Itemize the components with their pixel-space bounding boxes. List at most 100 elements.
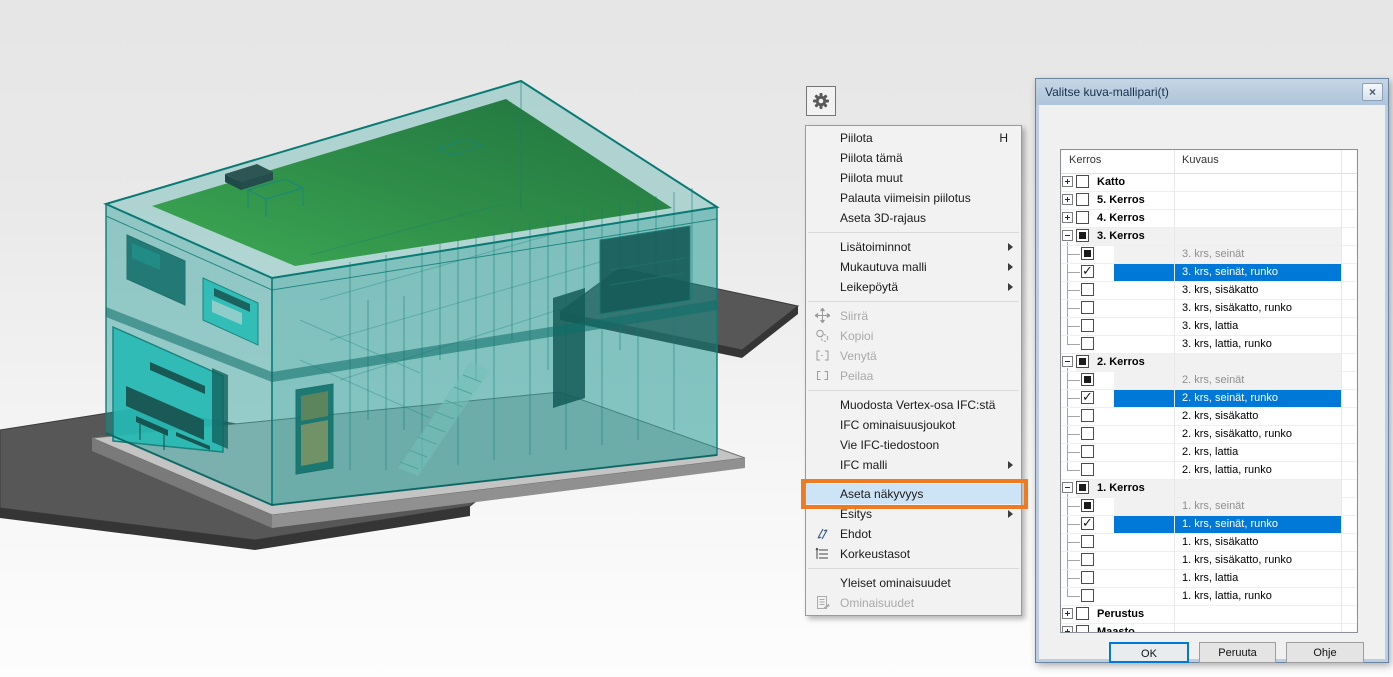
tree-group-row[interactable]: 3. Kerros [1061, 228, 1357, 246]
menu-item-label: Aseta 3D-rajaus [840, 211, 926, 225]
tree-row[interactable]: 2. krs, lattia [1061, 444, 1357, 462]
menu-item-label: Piilota tämä [840, 151, 903, 165]
tree-row[interactable]: 1. krs, seinät [1061, 498, 1357, 516]
tree-row[interactable]: 3. krs, lattia, runko [1061, 336, 1357, 354]
checkbox-unchecked[interactable] [1081, 535, 1094, 548]
checkbox-unchecked[interactable] [1081, 571, 1094, 584]
checkbox-partial[interactable] [1081, 373, 1094, 386]
checkbox-unchecked[interactable] [1076, 625, 1089, 633]
menu-item-ifc-ominaisuusjoukot[interactable]: IFC ominaisuusjoukot [806, 415, 1021, 435]
tree-row[interactable]: 1. krs, lattia, runko [1061, 588, 1357, 606]
row-description: 1. krs, seinät, runko [1182, 518, 1278, 530]
menu-item-piilota-t-m-[interactable]: Piilota tämä [806, 148, 1021, 168]
menu-item-aseta-3d-rajaus[interactable]: Aseta 3D-rajaus [806, 208, 1021, 228]
tree-row[interactable]: ✓ 1. krs, seinät, runko [1061, 516, 1357, 534]
menu-item-leikep-yt-[interactable]: Leikepöytä [806, 277, 1021, 297]
checkbox-checked[interactable]: ✓ [1081, 265, 1094, 278]
menu-item-vie-ifc-tiedostoon[interactable]: Vie IFC-tiedostoon [806, 435, 1021, 455]
tree-group-row[interactable]: 2. Kerros [1061, 354, 1357, 372]
row-description: 1. krs, lattia [1182, 572, 1238, 584]
checkbox-unchecked[interactable] [1081, 553, 1094, 566]
menu-item-ominaisuudet[interactable]: Ominaisuudet [806, 593, 1021, 613]
menu-item-muodosta-vertex-osa-ifc-st-[interactable]: Muodosta Vertex-osa IFC:stä [806, 395, 1021, 415]
checkbox-unchecked[interactable] [1081, 463, 1094, 476]
tree-group-row[interactable]: 4. Kerros [1061, 210, 1357, 228]
row-description: 2. krs, sisäkatto [1182, 410, 1258, 422]
checkbox-checked[interactable]: ✓ [1081, 391, 1094, 404]
checkbox-unchecked[interactable] [1081, 409, 1094, 422]
checkbox-unchecked[interactable] [1081, 589, 1094, 602]
expand-icon[interactable] [1062, 608, 1073, 619]
expand-icon[interactable] [1062, 626, 1073, 633]
tree-group-row[interactable]: Katto [1061, 174, 1357, 192]
close-icon[interactable]: × [1362, 83, 1383, 101]
collapse-icon[interactable] [1062, 230, 1073, 241]
expand-icon[interactable] [1062, 212, 1073, 223]
tree-group-row[interactable]: Perustus [1061, 606, 1357, 624]
menu-separator [808, 479, 1019, 480]
tree-row[interactable]: 3. krs, lattia [1061, 318, 1357, 336]
tree-row[interactable]: 2. krs, seinät [1061, 372, 1357, 390]
tree-row[interactable]: ✓3. krs, seinät, runko [1061, 264, 1357, 282]
tree-group-row[interactable]: 1. Kerros [1061, 480, 1357, 498]
row-description: 1. krs, sisäkatto, runko [1182, 554, 1292, 566]
collapse-icon[interactable] [1062, 356, 1073, 367]
menu-item-ifc-malli[interactable]: IFC malli [806, 455, 1021, 475]
row-description: 1. krs, lattia, runko [1182, 590, 1272, 602]
checkbox-unchecked[interactable] [1081, 283, 1094, 296]
menu-item-kopioi[interactable]: Kopioi [806, 326, 1021, 346]
tree-row[interactable]: 2. krs, lattia, runko [1061, 462, 1357, 480]
checkbox-unchecked[interactable] [1081, 301, 1094, 314]
checkbox-partial[interactable] [1076, 481, 1089, 494]
menu-item-yleiset-ominaisuudet[interactable]: Yleiset ominaisuudet [806, 573, 1021, 593]
menu-item-siirr-[interactable]: Siirrä [806, 306, 1021, 326]
tree-row[interactable]: 1. krs, sisäkatto, runko [1061, 552, 1357, 570]
checkbox-unchecked[interactable] [1076, 607, 1089, 620]
tree-row[interactable]: 3. krs, seinät [1061, 246, 1357, 264]
tree-row[interactable]: 2. krs, sisäkatto [1061, 408, 1357, 426]
tree-row[interactable]: 1. krs, sisäkatto [1061, 534, 1357, 552]
checkbox-partial[interactable] [1076, 355, 1089, 368]
row-description: 1. krs, sisäkatto [1182, 536, 1258, 548]
menu-item-korkeustasot[interactable]: Korkeustasot [806, 544, 1021, 564]
checkbox-unchecked[interactable] [1081, 445, 1094, 458]
menu-item-aseta-n-kyvyys[interactable]: Aseta näkyvyys [806, 484, 1021, 504]
menu-item-peilaa[interactable]: Peilaa [806, 366, 1021, 386]
3d-viewport[interactable] [0, 0, 840, 677]
checkbox-unchecked[interactable] [1076, 175, 1089, 188]
menu-item-palauta-viimeisin-piilotus[interactable]: Palauta viimeisin piilotus [806, 188, 1021, 208]
checkbox-partial[interactable] [1081, 247, 1094, 260]
help-button[interactable]: Ohje [1286, 642, 1364, 663]
checkbox-partial[interactable] [1081, 499, 1094, 512]
checkbox-unchecked[interactable] [1081, 319, 1094, 332]
collapse-icon[interactable] [1062, 482, 1073, 493]
tree-row[interactable]: 3. krs, sisäkatto, runko [1061, 300, 1357, 318]
menu-item-lis-toiminnot[interactable]: Lisätoiminnot [806, 237, 1021, 257]
checkbox-checked[interactable]: ✓ [1081, 517, 1094, 530]
menu-item-piilota[interactable]: PiilotaH [806, 128, 1021, 148]
checkbox-unchecked[interactable] [1081, 337, 1094, 350]
cancel-button[interactable]: Peruuta [1199, 642, 1276, 663]
menu-item-venyt-[interactable]: Venytä [806, 346, 1021, 366]
expand-icon[interactable] [1062, 176, 1073, 187]
tree-row[interactable]: ✓2. krs, seinät, runko [1061, 390, 1357, 408]
menu-item-ehdot[interactable]: Ehdot [806, 524, 1021, 544]
tree-line [1067, 290, 1080, 291]
checkbox-unchecked[interactable] [1076, 193, 1089, 206]
checkbox-unchecked[interactable] [1076, 211, 1089, 224]
checkbox-partial[interactable] [1076, 229, 1089, 242]
settings-gear-button[interactable] [806, 86, 836, 116]
ok-button[interactable]: OK [1109, 642, 1189, 663]
tree-group-row[interactable]: 5. Kerros [1061, 192, 1357, 210]
tree-row[interactable]: 2. krs, sisäkatto, runko [1061, 426, 1357, 444]
menu-item-piilota-muut[interactable]: Piilota muut [806, 168, 1021, 188]
mirror-icon [815, 368, 831, 384]
checkbox-unchecked[interactable] [1081, 427, 1094, 440]
menu-item-label: Kopioi [840, 329, 873, 343]
tree-row[interactable]: 3. krs, sisäkatto [1061, 282, 1357, 300]
menu-item-mukautuva-malli[interactable]: Mukautuva malli [806, 257, 1021, 277]
menu-item-esitys[interactable]: Esitys [806, 504, 1021, 524]
expand-icon[interactable] [1062, 194, 1073, 205]
tree-row[interactable]: 1. krs, lattia [1061, 570, 1357, 588]
tree-group-row[interactable]: Maasto [1061, 624, 1357, 633]
